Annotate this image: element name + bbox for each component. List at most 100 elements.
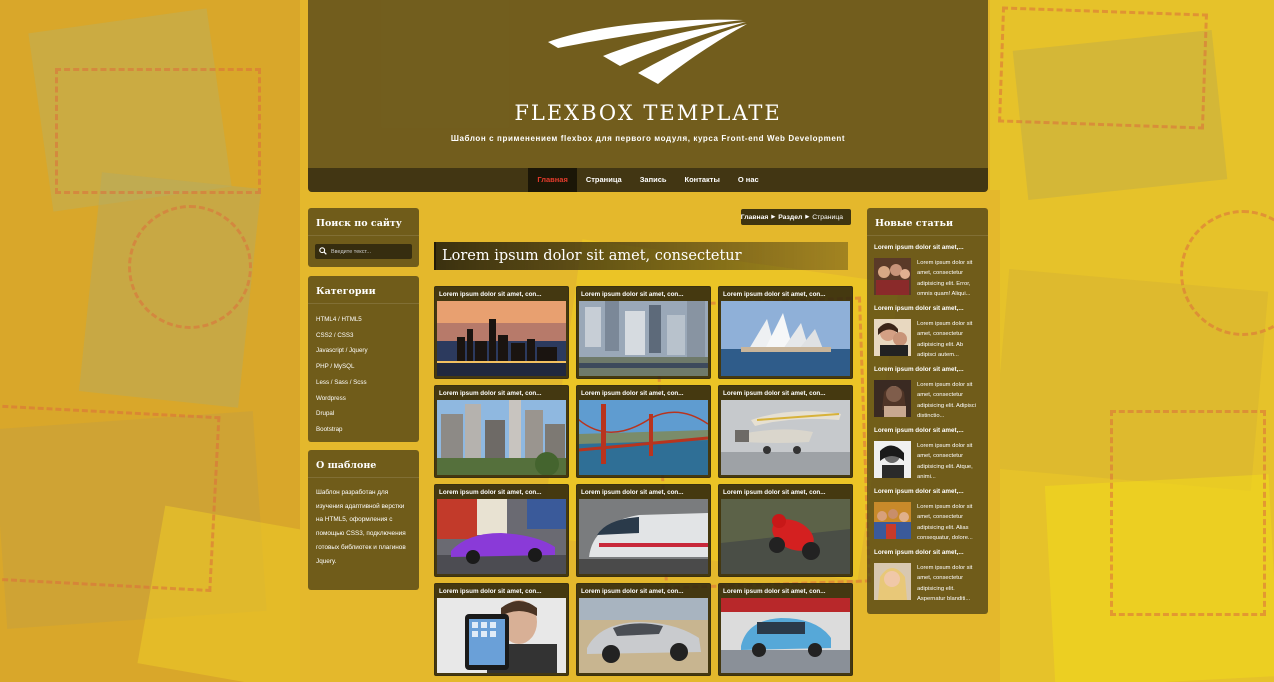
news-item-title[interactable]: Lorem ipsum dolor sit amet,... xyxy=(874,488,982,497)
news-item[interactable]: Lorem ipsum dolor sit amet,... Lorem ips… xyxy=(874,305,982,358)
page-container: FLEXBOX TEMPLATE Шаблон с применением fl… xyxy=(308,0,988,682)
about-text: Шаблон разработан для изучения адаптивно… xyxy=(316,489,406,565)
site-header: FLEXBOX TEMPLATE Шаблон с применением fl… xyxy=(308,0,988,192)
gallery-card[interactable]: Lorem ipsum dolor sit amet, con... xyxy=(576,385,711,478)
gallery-card[interactable]: Lorem ipsum dolor sit amet, con... xyxy=(434,583,569,676)
news-item-title[interactable]: Lorem ipsum dolor sit amet,... xyxy=(874,366,982,375)
news-item-text: Lorem ipsum dolor sit amet, consectetur … xyxy=(917,565,973,602)
golden-gate-image xyxy=(579,400,708,475)
gallery-caption: Lorem ipsum dolor sit amet, con... xyxy=(723,291,826,298)
aerial-city-image xyxy=(579,301,708,376)
news-item[interactable]: Lorem ipsum dolor sit amet,... Lorem ips… xyxy=(874,244,982,297)
city-night-image xyxy=(437,301,566,376)
crowd-photo-thumb xyxy=(874,502,911,539)
news-item[interactable]: Lorem ipsum dolor sit amet,... Lorem ips… xyxy=(874,427,982,480)
logo-icon xyxy=(548,19,747,84)
breadcrumb: Главная ▶ Раздел ▶ Страница xyxy=(741,209,851,225)
blonde-girl-thumb xyxy=(874,563,911,600)
news-item[interactable]: Lorem ipsum dolor sit amet,... Lorem ips… xyxy=(874,549,982,602)
breadcrumb-arrow-icon: ▶ xyxy=(771,214,776,220)
breadcrumb-arrow-icon: ▶ xyxy=(805,214,810,220)
gallery-caption: Lorem ipsum dolor sit amet, con... xyxy=(723,489,826,496)
news-item-title[interactable]: Lorem ipsum dolor sit amet,... xyxy=(874,549,982,558)
search-box xyxy=(315,244,412,259)
news-item-text: Lorem ipsum dolor sit amet, consectetur … xyxy=(917,443,973,480)
gallery-grid: Lorem ipsum dolor sit amet, con... Lorem… xyxy=(434,286,853,676)
category-link[interactable]: Drupal xyxy=(316,406,419,422)
nav-item-post[interactable]: Запись xyxy=(631,168,676,192)
gallery-caption: Lorem ipsum dolor sit amet, con... xyxy=(723,390,826,397)
category-link[interactable]: PHP / MySQL xyxy=(316,359,419,375)
gallery-card[interactable]: Lorem ipsum dolor sit amet, con... xyxy=(576,484,711,577)
search-input[interactable] xyxy=(331,244,411,259)
nav-item-about[interactable]: О нас xyxy=(729,168,768,192)
gallery-caption: Lorem ipsum dolor sit amet, con... xyxy=(439,489,542,496)
blue-mini-image xyxy=(721,598,850,673)
gallery-card[interactable]: Lorem ipsum dolor sit amet, con... xyxy=(576,286,711,379)
gallery-card[interactable]: Lorem ipsum dolor sit amet, con... xyxy=(718,484,853,577)
category-link[interactable]: Bootstrap xyxy=(316,422,419,438)
news-title: Новые статьи xyxy=(867,208,988,236)
category-link[interactable]: Wordpress xyxy=(316,391,419,407)
category-link[interactable]: Less / Sass / Scss xyxy=(316,375,419,391)
article-title: Lorem ipsum dolor sit amet, consectetur xyxy=(434,242,848,270)
news-item-title[interactable]: Lorem ipsum dolor sit amet,... xyxy=(874,244,982,253)
category-link[interactable]: HTML4 / HTML5 xyxy=(316,312,419,328)
airplane-image xyxy=(721,400,850,475)
nav-item-page[interactable]: Страница xyxy=(577,168,631,192)
news-item-title[interactable]: Lorem ipsum dolor sit amet,... xyxy=(874,427,982,436)
gallery-card[interactable]: Lorem ipsum dolor sit amet, con... xyxy=(718,385,853,478)
train-image xyxy=(579,499,708,574)
news-item[interactable]: Lorem ipsum dolor sit amet,... Lorem ips… xyxy=(874,488,982,541)
site-title: FLEXBOX TEMPLATE xyxy=(514,101,782,125)
category-link[interactable]: Javascript / Jquery xyxy=(316,343,419,359)
sydney-opera-image xyxy=(721,301,850,376)
sports-car-image xyxy=(437,499,566,574)
gallery-card[interactable]: Lorem ipsum dolor sit amet, con... xyxy=(718,286,853,379)
woman-portrait-thumb xyxy=(874,380,911,417)
gallery-caption: Lorem ipsum dolor sit amet, con... xyxy=(723,588,826,595)
nav-item-contacts[interactable]: Контакты xyxy=(676,168,729,192)
motorcycle-image xyxy=(721,499,850,574)
gallery-card[interactable]: Lorem ipsum dolor sit amet, con... xyxy=(434,484,569,577)
site-subtitle: Шаблон с применением flexbox для первого… xyxy=(450,134,846,143)
search-widget-title: Поиск по сайту xyxy=(308,208,419,236)
bw-portrait-thumb xyxy=(874,441,911,478)
search-widget: Поиск по сайту xyxy=(308,208,419,267)
gallery-caption: Lorem ipsum dolor sit amet, con... xyxy=(581,291,684,298)
silver-car-image xyxy=(579,598,708,673)
gallery-caption: Lorem ipsum dolor sit amet, con... xyxy=(439,588,542,595)
news-widget: Новые статьи Lorem ipsum dolor sit amet,… xyxy=(867,208,988,614)
categories-title: Категории xyxy=(308,276,419,304)
categories-list: HTML4 / HTML5 CSS2 / CSS3 Javascript / J… xyxy=(308,304,419,442)
gallery-card[interactable]: Lorem ipsum dolor sit amet, con... xyxy=(718,583,853,676)
news-item-text: Lorem ipsum dolor sit amet, consectetur … xyxy=(917,382,976,419)
about-widget: О шаблоне Шаблон разработан для изучения… xyxy=(308,450,419,590)
news-item-title[interactable]: Lorem ipsum dolor sit amet,... xyxy=(874,305,982,314)
gallery-caption: Lorem ipsum dolor sit amet, con... xyxy=(439,291,542,298)
gallery-caption: Lorem ipsum dolor sit amet, con... xyxy=(581,390,684,397)
breadcrumb-section[interactable]: Раздел xyxy=(778,214,802,221)
gallery-caption: Lorem ipsum dolor sit amet, con... xyxy=(439,390,542,397)
news-item-text: Lorem ipsum dolor sit amet, consectetur … xyxy=(917,321,973,358)
gallery-caption: Lorem ipsum dolor sit amet, con... xyxy=(581,588,684,595)
categories-widget: Категории HTML4 / HTML5 CSS2 / CSS3 Java… xyxy=(308,276,419,442)
gallery-caption: Lorem ipsum dolor sit amet, con... xyxy=(581,489,684,496)
news-item-text: Lorem ipsum dolor sit amet, consectetur … xyxy=(917,504,973,541)
group-photo-thumb xyxy=(874,258,911,295)
news-item[interactable]: Lorem ipsum dolor sit amet,... Lorem ips… xyxy=(874,366,982,419)
gallery-card[interactable]: Lorem ipsum dolor sit amet, con... xyxy=(576,583,711,676)
couple-photo-thumb xyxy=(874,319,911,356)
gallery-card[interactable]: Lorem ipsum dolor sit amet, con... xyxy=(434,385,569,478)
about-title: О шаблоне xyxy=(308,450,419,478)
category-link[interactable]: CSS2 / CSS3 xyxy=(316,328,419,344)
search-icon[interactable] xyxy=(319,247,327,255)
nav-item-home[interactable]: Главная xyxy=(528,168,577,192)
main-nav: Главная Страница Запись Контакты О нас xyxy=(308,168,988,192)
breadcrumb-current: Страница xyxy=(812,213,843,221)
breadcrumb-home[interactable]: Главная xyxy=(741,214,769,221)
tablet-man-image xyxy=(437,598,566,673)
city-buildings-image xyxy=(437,400,566,475)
gallery-card[interactable]: Lorem ipsum dolor sit amet, con... xyxy=(434,286,569,379)
news-item-text: Lorem ipsum dolor sit amet, consectetur … xyxy=(917,260,973,297)
